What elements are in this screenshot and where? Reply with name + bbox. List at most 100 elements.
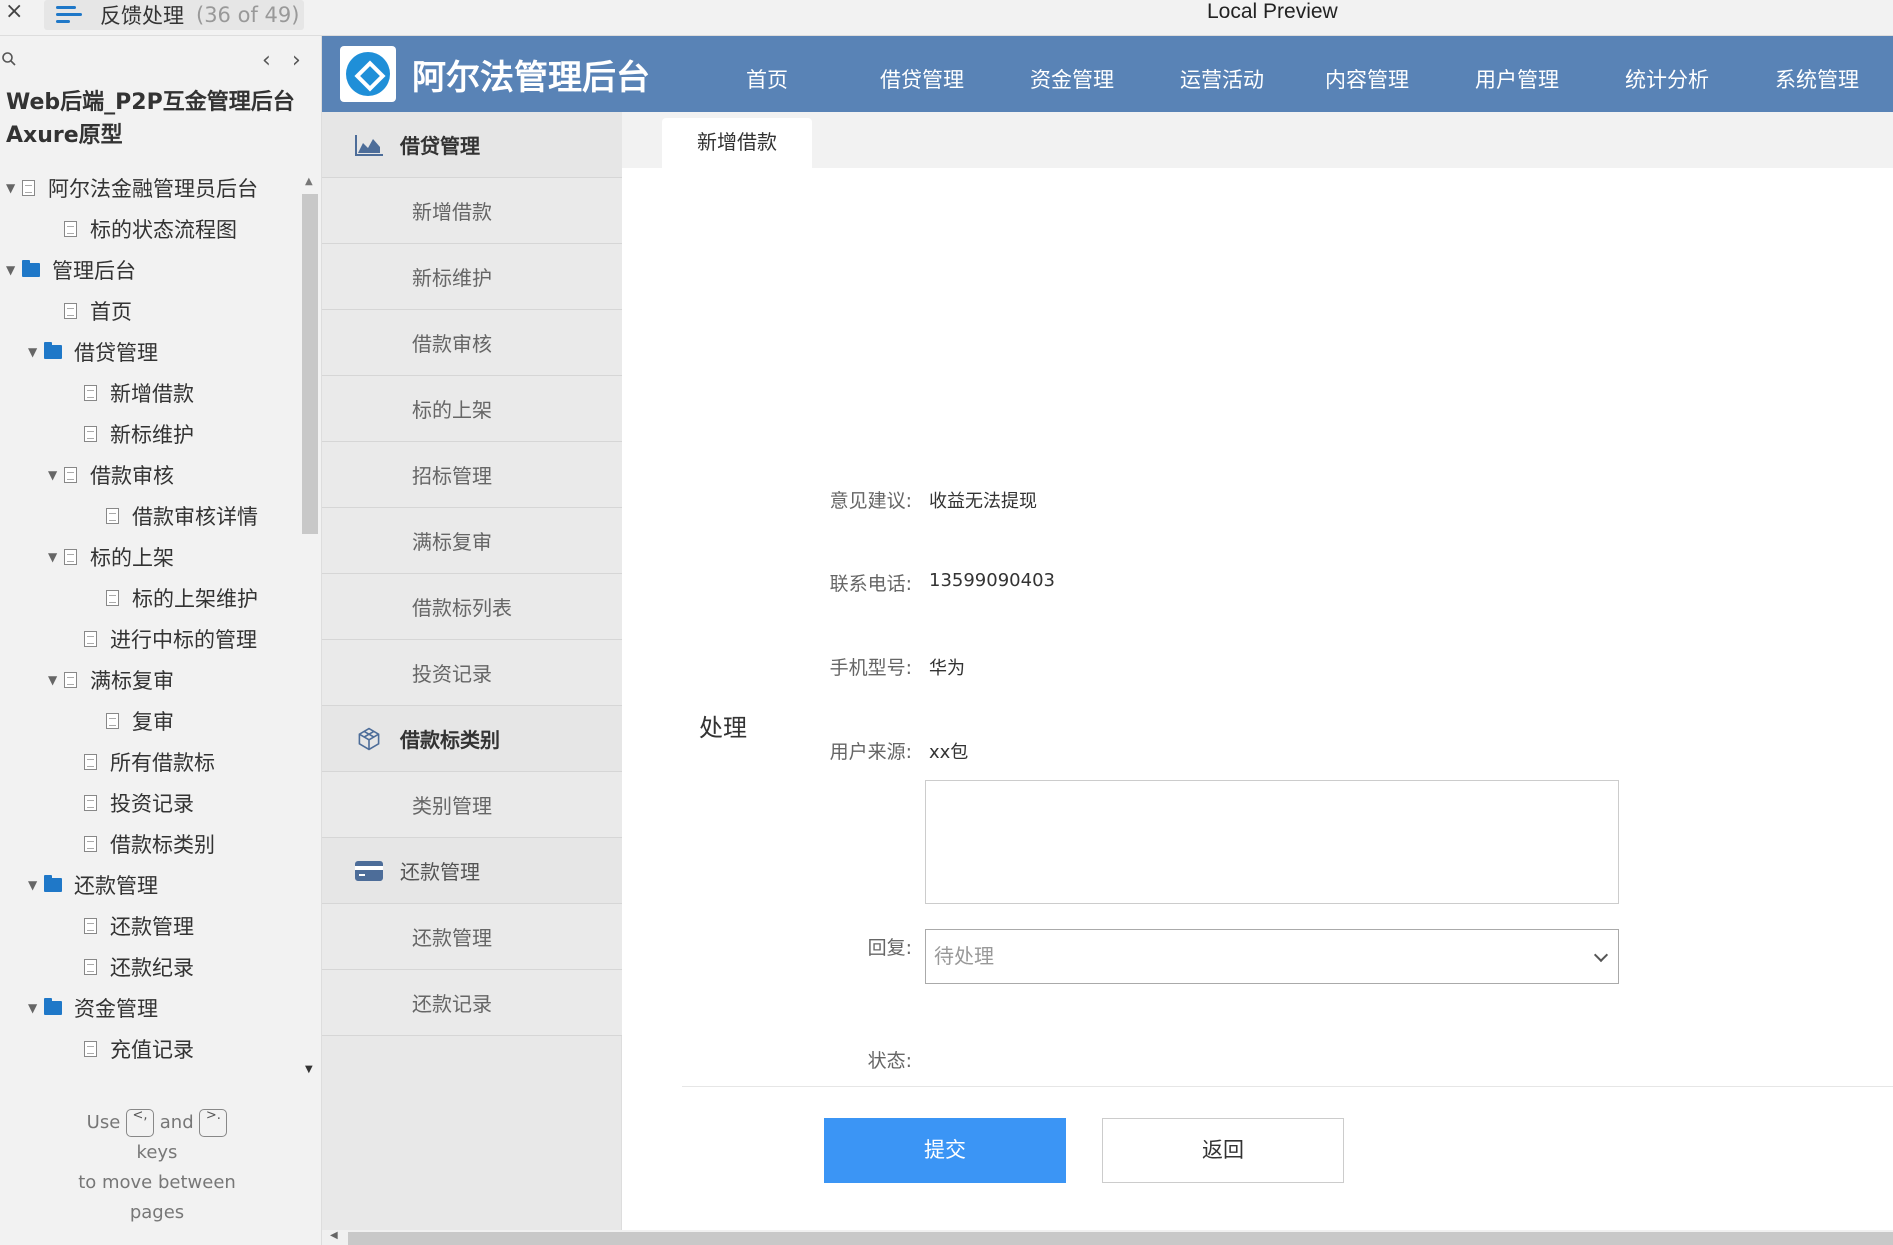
sidebar-item-repay-manage[interactable]: 还款管理 xyxy=(322,904,622,970)
page-count: (36 of 49) xyxy=(196,3,300,27)
sidebar-item-repay-records[interactable]: 还款记录 xyxy=(322,970,622,1036)
sidebar-item-listing[interactable]: 标的上架 xyxy=(322,376,622,442)
current-page-name: 反馈处理 xyxy=(100,4,184,28)
status-select[interactable]: 待处理 xyxy=(925,929,1619,984)
sitemap-scrollbar[interactable]: ▲ ▼ xyxy=(302,176,318,1076)
nav-home[interactable]: 首页 xyxy=(746,64,788,94)
sitemap-item-label: 借款标类别 xyxy=(110,833,215,857)
field-label-source: 用户来源: xyxy=(829,741,912,763)
sidebar-item-new-loan[interactable]: 新增借款 xyxy=(322,178,622,244)
expand-arrow-icon[interactable]: ▼ xyxy=(48,673,64,687)
expand-arrow-icon[interactable]: ▼ xyxy=(48,468,64,482)
page-icon xyxy=(84,1041,97,1057)
expand-arrow-icon[interactable]: ▼ xyxy=(48,550,64,564)
sitemap-item-status-flow[interactable]: 标的状态流程图 xyxy=(48,209,237,249)
nav-content[interactable]: 内容管理 xyxy=(1325,64,1409,94)
sidebar-item-loan-list[interactable]: 借款标列表 xyxy=(322,574,622,640)
sitemap-item-label: 满标复审 xyxy=(90,669,174,693)
sitemap-item-funds[interactable]: ▼ 资金管理 xyxy=(28,988,158,1028)
sitemap-item-withdraw[interactable]: 提现记录 xyxy=(68,1070,194,1078)
expand-arrow-icon[interactable]: ▼ xyxy=(6,263,22,277)
field-value-feedback: 收益无法提现 xyxy=(929,491,1037,512)
page-icon xyxy=(64,303,77,319)
sitemap-item-loans[interactable]: ▼ 借贷管理 xyxy=(28,332,158,372)
sitemap-item-new-loan[interactable]: 新增借款 xyxy=(68,373,194,413)
previous-page-icon[interactable]: ‹ xyxy=(262,48,271,73)
horizontal-scrollbar[interactable]: ◀ xyxy=(322,1230,1893,1245)
folder-icon xyxy=(44,998,62,1015)
nav-users[interactable]: 用户管理 xyxy=(1475,64,1559,94)
sidebar-item-category-manage[interactable]: 类别管理 xyxy=(322,772,622,838)
sidebar-group-repay[interactable]: 还款管理 xyxy=(322,838,622,904)
sitemap-item-label: 新标维护 xyxy=(110,423,194,447)
nav-system[interactable]: 系统管理 xyxy=(1775,64,1859,94)
section-title-process: 处理 xyxy=(699,714,747,742)
scroll-up-icon[interactable]: ▲ xyxy=(305,176,313,187)
sitemap-item-in-progress[interactable]: 进行中标的管理 xyxy=(68,619,257,659)
sitemap-item-repay-manage[interactable]: 还款管理 xyxy=(68,906,194,946)
expand-arrow-icon[interactable]: ▼ xyxy=(28,878,44,892)
sidebar-item-maintain[interactable]: 新标维护 xyxy=(322,244,622,310)
sitemap-item-label: 进行中标的管理 xyxy=(110,628,257,652)
back-button[interactable]: 返回 xyxy=(1102,1118,1344,1183)
scroll-down-icon[interactable]: ▼ xyxy=(305,1064,313,1075)
project-title: Web后端_P2P互金管理后台 Axure原型 xyxy=(6,90,295,148)
folder-icon xyxy=(44,342,62,359)
sitemap-item-re-review[interactable]: 复审 xyxy=(90,701,174,741)
folder-icon xyxy=(22,260,40,277)
sitemap-item-label: 首页 xyxy=(90,300,132,324)
logo xyxy=(340,46,396,102)
sitemap-item-label: 标的上架维护 xyxy=(132,587,258,611)
brand-title: 阿尔法管理后台 xyxy=(412,58,650,98)
page-icon xyxy=(64,672,77,688)
sitemap-item-audit-detail[interactable]: 借款审核详情 xyxy=(90,496,258,536)
field-label-phone: 联系电话: xyxy=(829,573,912,595)
field-value-device: 华为 xyxy=(929,658,965,679)
sidebar-group-loans[interactable]: 借贷管理 xyxy=(322,112,622,178)
search-icon[interactable] xyxy=(2,52,16,66)
sitemap-item-admin[interactable]: ▼ 管理后台 xyxy=(6,250,136,290)
sidebar-item-review[interactable]: 满标复审 xyxy=(322,508,622,574)
scrollbar-thumb[interactable] xyxy=(302,194,318,534)
menu-icon xyxy=(56,4,82,26)
sitemap-item-label: 投资记录 xyxy=(110,792,194,816)
sitemap-item-all-loans[interactable]: 所有借款标 xyxy=(68,742,215,782)
sitemap-item-home[interactable]: 首页 xyxy=(48,291,132,331)
scroll-left-icon[interactable]: ◀ xyxy=(330,1230,338,1241)
nav-operations[interactable]: 运营活动 xyxy=(1180,64,1264,94)
area-chart-icon xyxy=(355,134,383,156)
reply-textarea[interactable] xyxy=(925,780,1619,904)
sidebar-item-audit[interactable]: 借款审核 xyxy=(322,310,622,376)
sidebar-item-invest-records[interactable]: 投资记录 xyxy=(322,640,622,706)
sitemap-item-repay[interactable]: ▼ 还款管理 xyxy=(28,865,158,905)
sidebar-item-bidding[interactable]: 招标管理 xyxy=(322,442,622,508)
submit-button[interactable]: 提交 xyxy=(824,1118,1066,1183)
reply-label: 回复: xyxy=(867,937,912,959)
field-value-source: xx包 xyxy=(929,742,969,763)
page-icon xyxy=(22,180,35,196)
sitemap-item-maintain[interactable]: 新标维护 xyxy=(68,414,194,454)
sitemap-item-audit[interactable]: ▼ 借款审核 xyxy=(48,455,174,495)
sitemap-item-recharge[interactable]: 充值记录 xyxy=(68,1029,194,1069)
page-selector-button[interactable]: 反馈处理 (36 of 49) xyxy=(44,0,304,30)
nav-loans[interactable]: 借贷管理 xyxy=(880,64,964,94)
sitemap-item-label: 提现记录 xyxy=(110,1075,194,1078)
sitemap-item-label: 资金管理 xyxy=(74,997,158,1021)
sitemap-item-listing[interactable]: ▼ 标的上架 xyxy=(48,537,174,577)
sitemap-item-invest-records[interactable]: 投资记录 xyxy=(68,783,194,823)
tab-new-loan[interactable]: 新增借款 xyxy=(662,118,812,170)
sitemap-item-root[interactable]: ▼ 阿尔法金融管理员后台 xyxy=(6,168,258,208)
expand-arrow-icon[interactable]: ▼ xyxy=(28,1001,44,1015)
sidebar-group-category[interactable]: 借款标类别 xyxy=(322,706,622,772)
sitemap-item-review[interactable]: ▼ 满标复审 xyxy=(48,660,174,700)
expand-arrow-icon[interactable]: ▼ xyxy=(6,181,22,195)
sitemap-item-repay-records[interactable]: 还款纪录 xyxy=(68,947,194,987)
expand-arrow-icon[interactable]: ▼ xyxy=(28,345,44,359)
sitemap-item-loan-category[interactable]: 借款标类别 xyxy=(68,824,215,864)
next-page-icon[interactable]: › xyxy=(292,48,301,73)
nav-funds[interactable]: 资金管理 xyxy=(1030,64,1114,94)
horizontal-scrollbar-thumb[interactable] xyxy=(348,1232,1893,1245)
sitemap-item-listing-maintain[interactable]: 标的上架维护 xyxy=(90,578,258,618)
close-icon[interactable]: × xyxy=(5,0,23,24)
nav-statistics[interactable]: 统计分析 xyxy=(1625,64,1709,94)
